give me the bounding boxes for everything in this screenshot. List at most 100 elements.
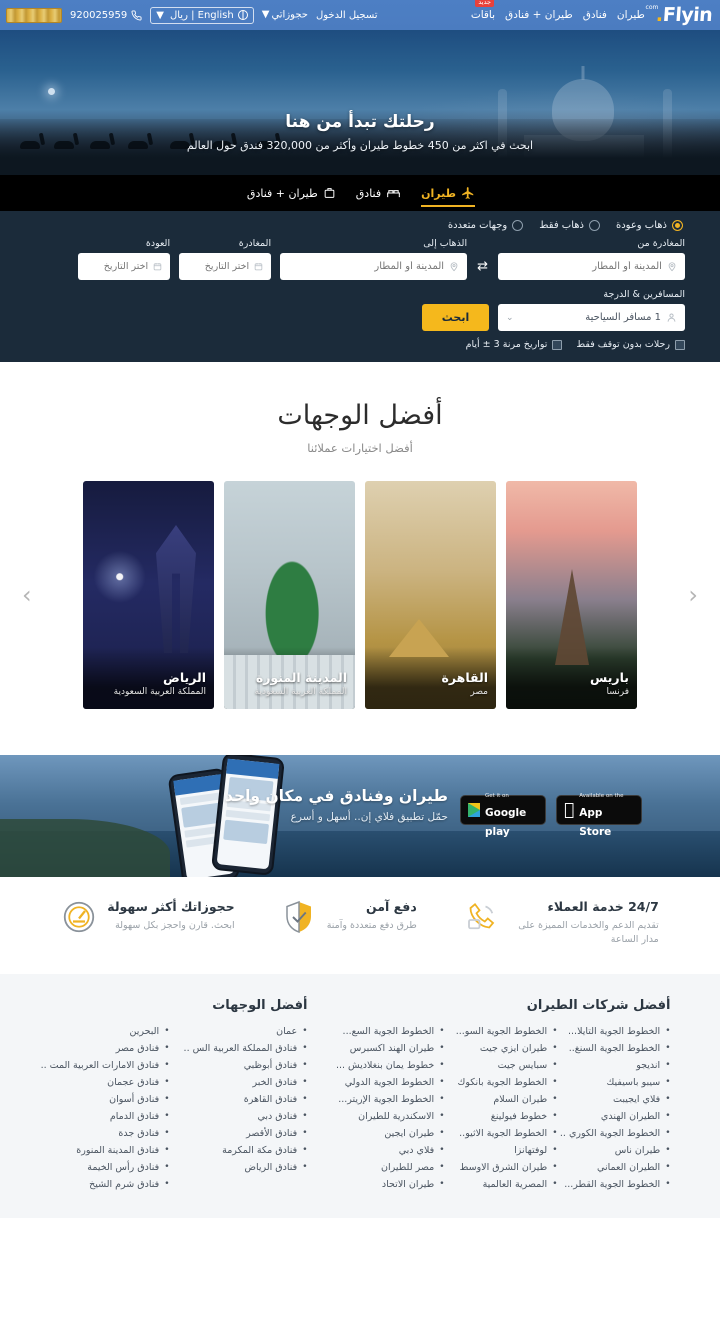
nav-item-hotels[interactable]: فنادق <box>583 9 607 21</box>
footer-link[interactable]: • خطوط يمان بنغلاديش ... <box>336 1060 445 1071</box>
passengers-select[interactable]: 1 مسافر السياحية ⌄ <box>498 304 685 331</box>
footer-link[interactable]: • فنادق دبي <box>188 1111 307 1122</box>
language-currency-selector[interactable]: English | ريال ▼ <box>150 6 254 24</box>
footer-link[interactable]: • الطيران الهندي <box>576 1111 671 1122</box>
return-date-field[interactable] <box>86 261 149 272</box>
footer-link[interactable]: • طيران ايزي جيت <box>463 1043 558 1054</box>
footer-link[interactable]: • سيبو باسيفيك <box>576 1077 671 1088</box>
bullet-icon: • <box>302 1094 308 1104</box>
nav-item-packages[interactable]: جديد باقات <box>471 0 495 21</box>
footer-link[interactable]: • فنادق جدة <box>50 1128 169 1139</box>
radio-roundtrip[interactable] <box>672 220 683 231</box>
footer-airlines-col2: • الخطوط الجوية السو... • طيران ايزي جيت •… <box>456 1026 558 1190</box>
search-button[interactable]: ابحث <box>422 304 489 331</box>
footer-link[interactable]: • فنادق الدمام <box>50 1111 170 1122</box>
footer-link[interactable]: • طيران ناس <box>576 1145 671 1156</box>
footer-link[interactable]: • الخطوط الجوية بانكوك <box>458 1077 558 1088</box>
to-input[interactable] <box>280 253 468 280</box>
footer-link[interactable]: • عمان <box>188 1026 307 1037</box>
footer-link[interactable]: • الخطوط الجوية القطر... <box>564 1179 670 1190</box>
depart-date-input[interactable] <box>179 253 272 280</box>
carousel-next-arrow[interactable]: › <box>22 583 32 607</box>
checkbox-flexible-dates[interactable]: تواريخ مرنة 3 ± أيام <box>466 339 563 350</box>
footer-link[interactable]: • انديجو <box>576 1059 670 1071</box>
footer-link[interactable]: • طيران ايجين <box>350 1128 444 1139</box>
footer-link[interactable]: • فنادق مكة المكرمة <box>188 1145 307 1156</box>
checkbox-nonstop[interactable]: رحلات بدون توقف فقط <box>576 339 685 350</box>
swap-airports-button[interactable]: ⇄ <box>476 253 489 280</box>
depart-date-field[interactable] <box>187 261 250 272</box>
footer-link[interactable]: • خطوط فيولينغ <box>463 1111 558 1122</box>
footer-link[interactable]: • لوفتهانزا <box>463 1145 557 1156</box>
checkbox-flexible-dates-box[interactable] <box>552 339 563 350</box>
footer-link-label: انديجو <box>636 1059 661 1071</box>
footer-link[interactable]: • فنادق المدينة المنورة <box>50 1145 169 1156</box>
footer-link[interactable]: • فنادق شرم الشيخ <box>50 1179 169 1190</box>
top-destinations-section: أفضل الوجهات أفضل اختيارات عملائنا ‹ بار… <box>0 362 720 755</box>
return-date-input[interactable] <box>78 253 171 280</box>
tab-flight-hotel[interactable]: طيران + فنادق <box>247 175 336 211</box>
tab-flights[interactable]: طيران <box>421 175 475 211</box>
my-bookings-link[interactable]: حجوزاتي▼ <box>262 9 308 21</box>
footer-link[interactable]: • فلاي ايجيبت <box>576 1094 670 1105</box>
footer-link[interactable]: • الخطوط الجوية الإريتر... <box>338 1094 444 1105</box>
to-field[interactable] <box>288 261 445 272</box>
footer-link[interactable]: • طيران السلام <box>463 1094 557 1105</box>
tab-hotels[interactable]: فنادق <box>356 175 401 211</box>
trip-option-multicity[interactable]: وجهات متعددة <box>448 220 524 231</box>
footer-link[interactable]: • مصر للطيران <box>350 1162 444 1173</box>
footer-link[interactable]: • فنادق الرياض <box>188 1162 307 1173</box>
nav-item-flight-hotel[interactable]: طيران + فنادق <box>505 9 573 21</box>
footer-link[interactable]: • فنادق المملكة العربية الس .. <box>184 1043 308 1054</box>
support-phone[interactable]: 920025959 <box>70 10 142 21</box>
footer-link[interactable]: • الخطوط الجوية الكوري .. <box>560 1128 671 1139</box>
footer-link[interactable]: • فنادق عجمان <box>50 1077 169 1088</box>
carousel-prev-arrow[interactable]: ‹ <box>688 583 698 607</box>
footer-link[interactable]: • الخطوط الجوية السو... <box>456 1026 558 1037</box>
footer-link[interactable]: • طيران الاتحاد <box>350 1179 445 1190</box>
destination-card[interactable]: باريس فرنسا <box>506 481 637 709</box>
footer-link[interactable]: • سبايس جيت <box>463 1060 558 1071</box>
login-link[interactable]: تسجيل الدخول <box>316 10 378 21</box>
footer-link[interactable]: • الخطوط الجوية الدولي <box>345 1077 445 1088</box>
footer-link[interactable]: • الخطوط الجوية السع... <box>343 1026 445 1037</box>
destination-card[interactable]: المدينة المنورة المملكة العربية السعودية <box>224 481 355 709</box>
footer-link-label: الطيران الهندي <box>600 1110 661 1122</box>
trip-option-roundtrip[interactable]: ذهاب وعودة <box>616 220 683 231</box>
from-field[interactable] <box>506 261 662 272</box>
google-play-badge[interactable]: Get it on Google play <box>460 793 546 837</box>
checkbox-nonstop-box[interactable] <box>675 339 685 350</box>
footer-link[interactable]: • فنادق القاهرة <box>188 1094 308 1105</box>
footer-link[interactable]: • فنادق مصر <box>50 1043 170 1054</box>
radio-oneway[interactable] <box>588 220 600 231</box>
footer-link[interactable]: • الطيران العماني <box>576 1162 670 1173</box>
trip-option-oneway[interactable]: ذهاب فقط <box>539 220 600 231</box>
footer-link[interactable]: • فنادق أسوان <box>50 1094 169 1105</box>
bullet-icon: • <box>164 1111 170 1121</box>
footer-link[interactable]: • فنادق الخبر <box>188 1077 307 1088</box>
footer-link[interactable]: • فلاي دبي <box>350 1145 445 1156</box>
card-city: القاهرة <box>441 670 489 685</box>
footer-link[interactable]: • الخطوط الجوية السنغ.. <box>569 1043 671 1054</box>
footer-link[interactable]: • فنادق رأس الخيمة <box>50 1162 169 1173</box>
destination-card[interactable]: الرياض المملكة العربية السعودية <box>83 481 214 709</box>
footer-link[interactable]: • فنادق الامارات العربية المت .. <box>41 1060 170 1071</box>
radio-multicity[interactable] <box>512 220 524 231</box>
app-store-badge[interactable]:  Available on the App Store <box>556 793 642 837</box>
footer-link[interactable]: • فنادق أبوظبي <box>188 1060 308 1071</box>
search-checkboxes: رحلات بدون توقف فقط تواريخ مرنة 3 ± أيام <box>35 339 685 350</box>
footer-link[interactable]: • طيران الهند اكسبرس <box>350 1043 445 1054</box>
footer-link[interactable]: • الخطوط الجوية الاثيو.. <box>459 1128 557 1139</box>
checkbox-nonstop-label: رحلات بدون توقف فقط <box>576 339 670 350</box>
footer-link[interactable]: • الاسكندرية للطيران <box>350 1111 444 1122</box>
footer-link[interactable]: • المصرية العالمية <box>463 1179 558 1190</box>
from-input[interactable] <box>498 253 685 280</box>
footer-link[interactable]: • فنادق الأقصر <box>188 1128 307 1139</box>
nav-item-flights[interactable]: طيران <box>617 9 645 21</box>
footer-link[interactable]: • طيران الشرق الاوسط <box>460 1162 558 1173</box>
flyin-logo[interactable]: com Flyin. <box>645 4 712 26</box>
footer-link[interactable]: • الخطوط الجوية التايلا... <box>568 1026 670 1037</box>
brand-and-primary-nav: com Flyin. طيران فنادق طيران + فنادق جدي… <box>471 0 713 26</box>
footer-link[interactable]: • البحرين <box>50 1026 170 1037</box>
destination-card[interactable]: القاهرة مصر <box>365 481 496 709</box>
